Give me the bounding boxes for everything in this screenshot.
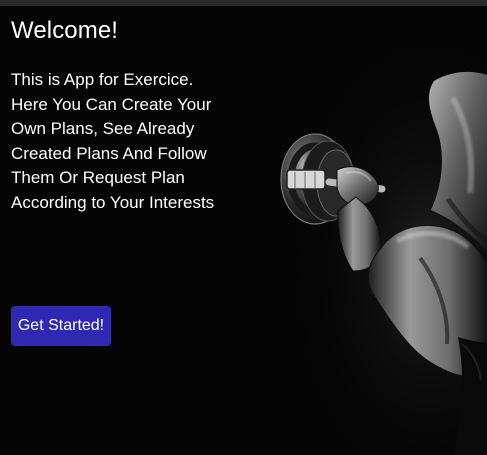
- welcome-page: Welcome! This is App for Exercice. Here …: [0, 6, 487, 455]
- welcome-title: Welcome!: [11, 17, 119, 44]
- welcome-content: Welcome! This is App for Exercice. Here …: [11, 16, 236, 215]
- app-description: This is App for Exercice. Here You Can C…: [11, 70, 215, 212]
- get-started-button[interactable]: Get Started!: [11, 306, 111, 346]
